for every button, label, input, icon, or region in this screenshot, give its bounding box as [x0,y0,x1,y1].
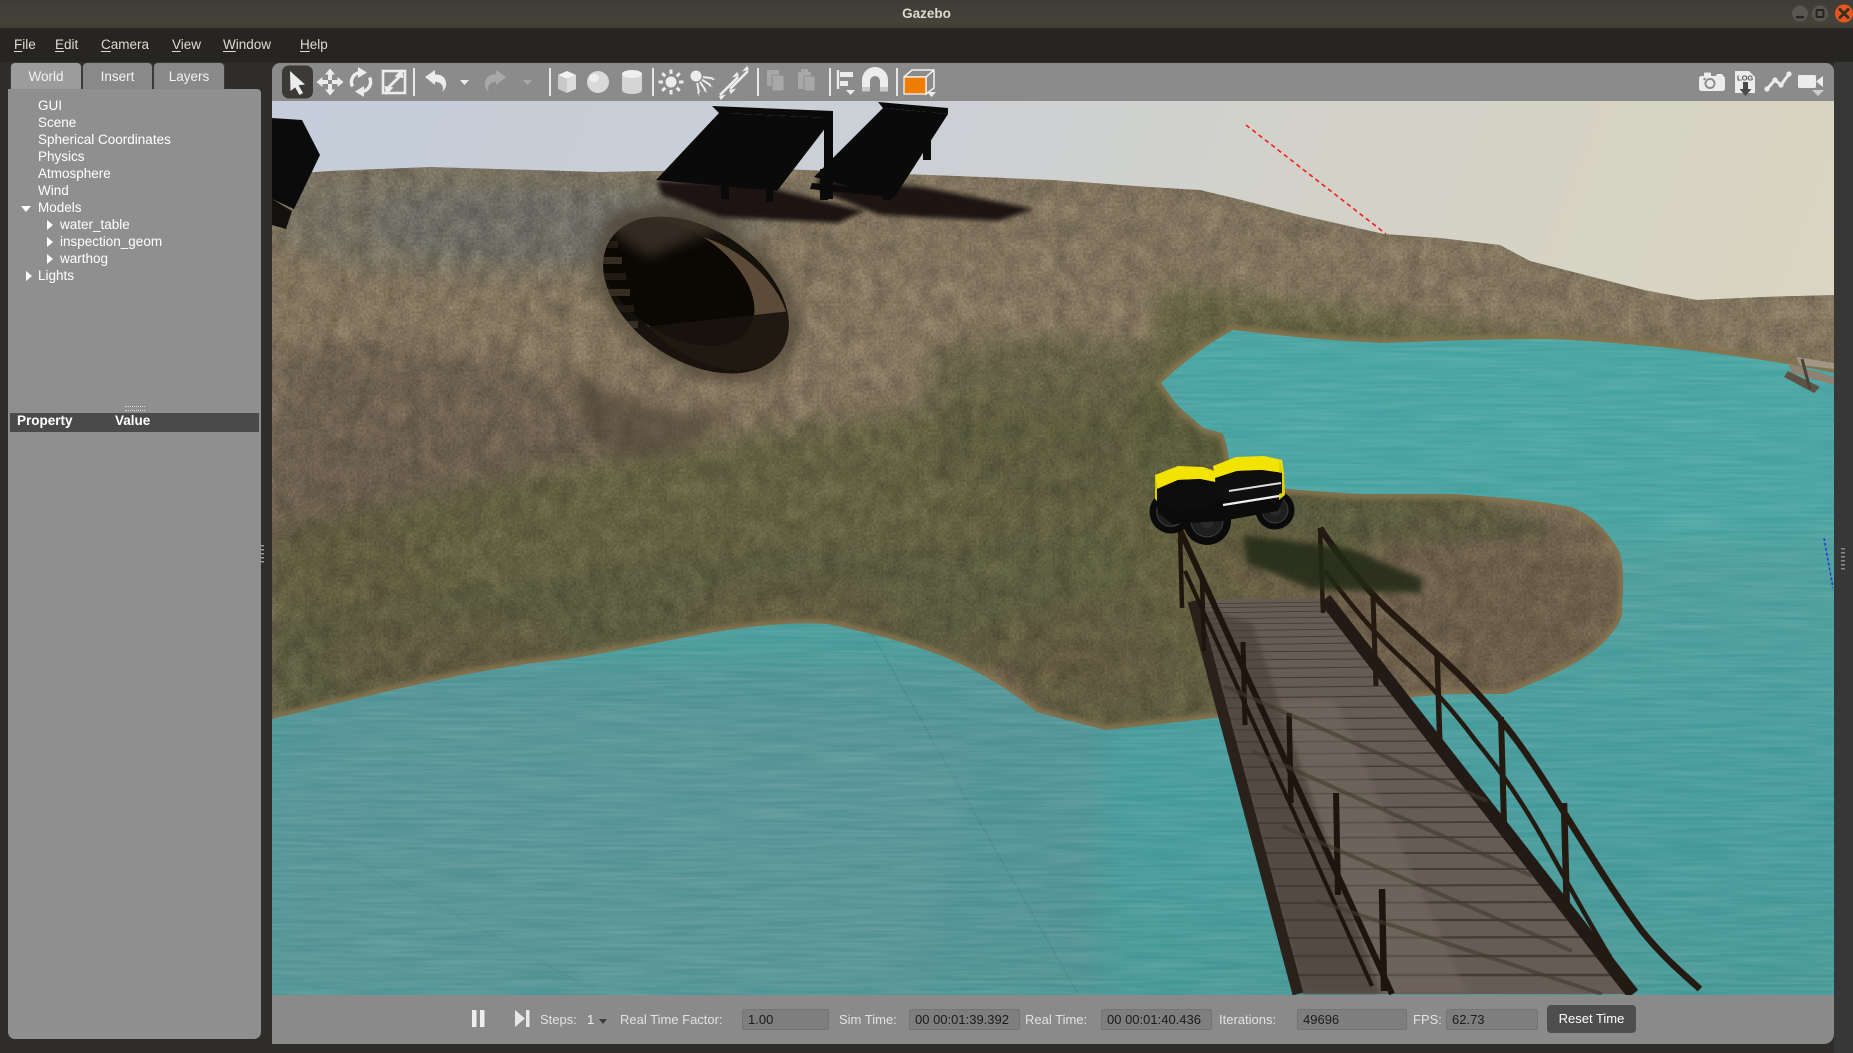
svg-text:LOG: LOG [1737,74,1753,83]
